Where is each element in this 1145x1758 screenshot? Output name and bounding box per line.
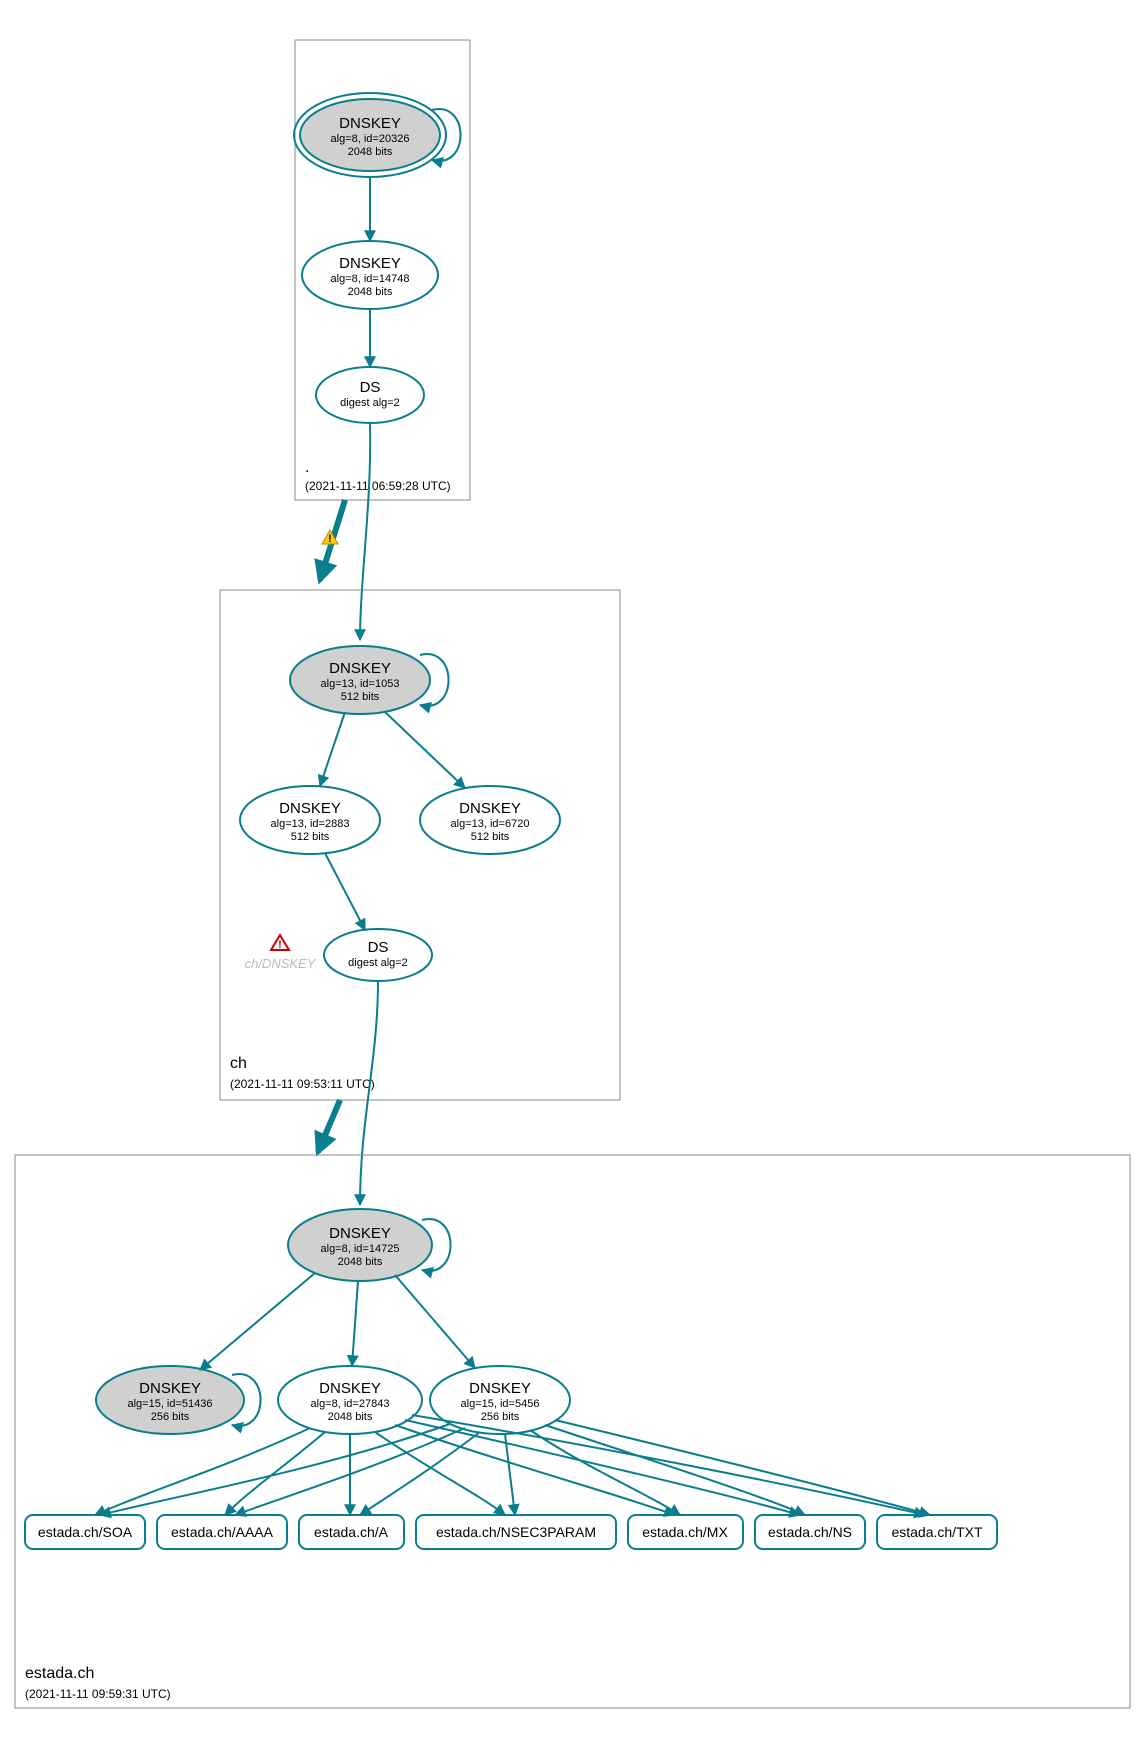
zone-estada: estada.ch (2021-11-11 09:59:31 UTC) DNSK… — [15, 1155, 1130, 1708]
zone-ch-ts: (2021-11-11 09:53:11 UTC) — [230, 1077, 375, 1091]
edge-ch-ksk-zsk1 — [320, 712, 345, 786]
node-ch-zsk2: DNSKEY alg=13, id=6720 512 bits — [420, 786, 560, 854]
svg-text:DNSKEY: DNSKEY — [139, 1380, 201, 1397]
svg-text:!: ! — [328, 533, 332, 545]
svg-text:DNSKEY: DNSKEY — [339, 115, 401, 132]
svg-text:DNSKEY: DNSKEY — [279, 800, 341, 817]
svg-text:512 bits: 512 bits — [341, 691, 380, 703]
svg-text:DNSKEY: DNSKEY — [339, 255, 401, 272]
svg-text:estada.ch/TXT: estada.ch/TXT — [891, 1524, 982, 1540]
edge-ch-zsk1-ds — [325, 853, 365, 930]
ch-dnskey-warn-label: ch/DNSKEY — [245, 956, 317, 971]
svg-text:2048 bits: 2048 bits — [338, 1256, 383, 1268]
svg-text:DNSKEY: DNSKEY — [469, 1380, 531, 1397]
zone-ch: ch (2021-11-11 09:53:11 UTC) DNSKEY alg=… — [220, 590, 620, 1100]
svg-text:2048 bits: 2048 bits — [348, 146, 393, 158]
svg-text:2048 bits: 2048 bits — [348, 286, 393, 298]
svg-text:digest alg=2: digest alg=2 — [348, 957, 408, 969]
edge-ch-ksk-zsk2 — [385, 712, 465, 788]
svg-text:512 bits: 512 bits — [471, 831, 510, 843]
svg-text:DS: DS — [368, 939, 389, 956]
svg-text:estada.ch/AAAA: estada.ch/AAAA — [171, 1524, 274, 1540]
svg-text:estada.ch/NSEC3PARAM: estada.ch/NSEC3PARAM — [436, 1524, 596, 1540]
svg-text:alg=8, id=14748: alg=8, id=14748 — [331, 273, 410, 285]
rrset-mx: estada.ch/MX — [628, 1515, 743, 1549]
svg-text:512 bits: 512 bits — [291, 831, 330, 843]
svg-text:alg=15, id=51436: alg=15, id=51436 — [127, 1398, 212, 1410]
svg-text:estada.ch/SOA: estada.ch/SOA — [38, 1524, 133, 1540]
node-root-zsk: DNSKEY alg=8, id=14748 2048 bits — [302, 241, 438, 309]
delegation-ch-estada — [318, 1100, 340, 1152]
svg-text:DNSKEY: DNSKEY — [329, 1225, 391, 1242]
rrset-soa: estada.ch/SOA — [25, 1515, 145, 1549]
svg-text:256 bits: 256 bits — [481, 1411, 520, 1423]
svg-text:alg=15, id=5456: alg=15, id=5456 — [461, 1398, 540, 1410]
svg-text:!: ! — [278, 939, 282, 951]
edge-root-ds-ch-ksk — [360, 423, 370, 640]
node-root-ds: DS digest alg=2 — [316, 367, 424, 423]
svg-text:DS: DS — [360, 379, 381, 396]
zone-est-ts: (2021-11-11 09:59:31 UTC) — [25, 1687, 171, 1701]
svg-text:alg=8, id=14725: alg=8, id=14725 — [321, 1243, 400, 1255]
node-est-ksk: DNSKEY alg=8, id=14725 2048 bits — [288, 1209, 451, 1281]
svg-text:256 bits: 256 bits — [151, 1411, 190, 1423]
edge-est-ksk-k8 — [352, 1281, 358, 1366]
svg-text:estada.ch/A: estada.ch/A — [314, 1524, 389, 1540]
node-root-ksk: DNSKEY alg=8, id=20326 2048 bits — [294, 93, 461, 177]
zone-ch-name: ch — [230, 1055, 247, 1072]
node-ch-ksk: DNSKEY alg=13, id=1053 512 bits — [290, 646, 449, 714]
svg-text:alg=13, id=6720: alg=13, id=6720 — [451, 818, 530, 830]
zone-root-ts: (2021-11-11 06:59:28 UTC) — [305, 479, 451, 493]
svg-text:digest alg=2: digest alg=2 — [340, 397, 400, 409]
edge-ch-ds-est-ksk — [360, 981, 378, 1205]
edge-est-ksk-k15b — [395, 1275, 475, 1368]
error-icon: ! — [271, 935, 289, 951]
svg-text:alg=13, id=1053: alg=13, id=1053 — [321, 678, 400, 690]
rrset-txt: estada.ch/TXT — [877, 1515, 997, 1549]
rrset-ns: estada.ch/NS — [755, 1515, 865, 1549]
svg-text:2048 bits: 2048 bits — [328, 1411, 373, 1423]
node-ch-ds: DS digest alg=2 — [324, 929, 432, 981]
svg-text:alg=8, id=20326: alg=8, id=20326 — [331, 133, 410, 145]
svg-text:alg=13, id=2883: alg=13, id=2883 — [271, 818, 350, 830]
svg-text:DNSKEY: DNSKEY — [459, 800, 521, 817]
rrset-a: estada.ch/A — [299, 1515, 404, 1549]
node-ch-zsk1: DNSKEY alg=13, id=2883 512 bits — [240, 786, 380, 854]
zone-root-name: . — [305, 459, 309, 476]
edge-est-ksk-k15a — [200, 1273, 315, 1370]
zone-root: . (2021-11-11 06:59:28 UTC) DNSKEY alg=8… — [294, 40, 470, 500]
zone-est-name: estada.ch — [25, 1665, 94, 1682]
node-est-k8: DNSKEY alg=8, id=27843 2048 bits — [278, 1366, 422, 1434]
node-est-k15b: DNSKEY alg=15, id=5456 256 bits — [430, 1366, 570, 1434]
svg-text:estada.ch/MX: estada.ch/MX — [642, 1524, 728, 1540]
rrset-aaaa: estada.ch/AAAA — [157, 1515, 287, 1549]
svg-text:estada.ch/NS: estada.ch/NS — [768, 1524, 852, 1540]
svg-text:alg=8, id=27843: alg=8, id=27843 — [311, 1398, 390, 1410]
svg-text:DNSKEY: DNSKEY — [319, 1380, 381, 1397]
node-est-k15a: DNSKEY alg=15, id=51436 256 bits — [96, 1366, 261, 1434]
svg-text:DNSKEY: DNSKEY — [329, 660, 391, 677]
rrset-nsec3: estada.ch/NSEC3PARAM — [416, 1515, 616, 1549]
dnssec-graph: . (2021-11-11 06:59:28 UTC) DNSKEY alg=8… — [0, 0, 1145, 1758]
